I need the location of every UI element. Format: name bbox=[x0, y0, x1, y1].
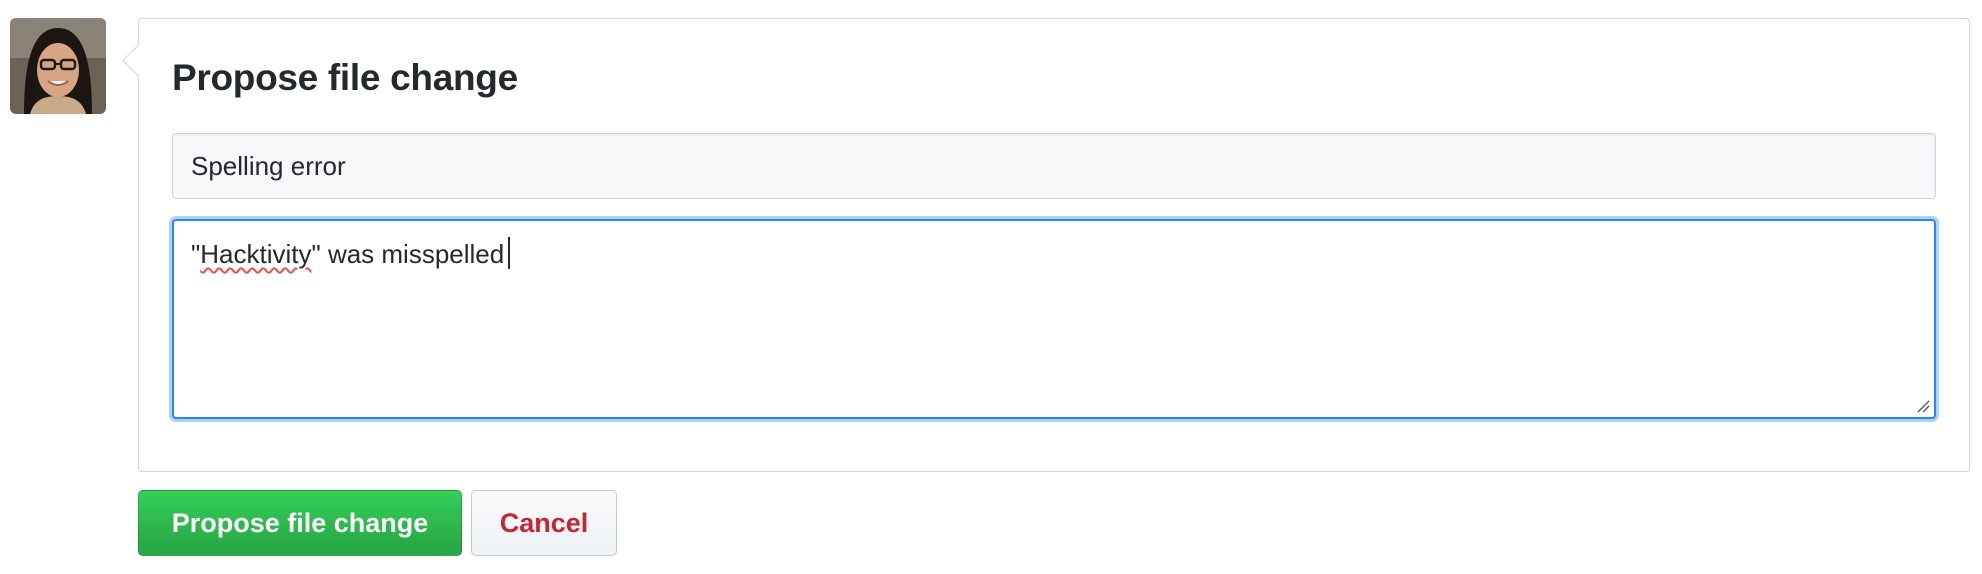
commit-summary-input[interactable]: Spelling error bbox=[172, 133, 1936, 199]
form-title: Propose file change bbox=[172, 57, 518, 98]
avatar[interactable] bbox=[10, 18, 106, 114]
cancel-button[interactable]: Cancel bbox=[471, 490, 617, 556]
propose-change-panel: Propose file change Spelling error "Hack… bbox=[122, 18, 1970, 472]
propose-file-change-button[interactable]: Propose file change bbox=[138, 490, 462, 556]
resize-grip-icon[interactable] bbox=[1916, 399, 1930, 413]
commit-description-textarea[interactable]: "Hacktivity" was misspelled bbox=[172, 219, 1936, 419]
user-avatar-icon bbox=[10, 18, 106, 114]
misspelled-word: Hacktivity bbox=[200, 239, 312, 269]
panel-caret bbox=[122, 44, 155, 77]
description-prefix: " bbox=[191, 239, 201, 269]
text-cursor bbox=[508, 237, 511, 269]
description-text: "Hacktivity" was misspelled bbox=[191, 239, 504, 269]
description-suffix: " was misspelled bbox=[311, 239, 505, 269]
